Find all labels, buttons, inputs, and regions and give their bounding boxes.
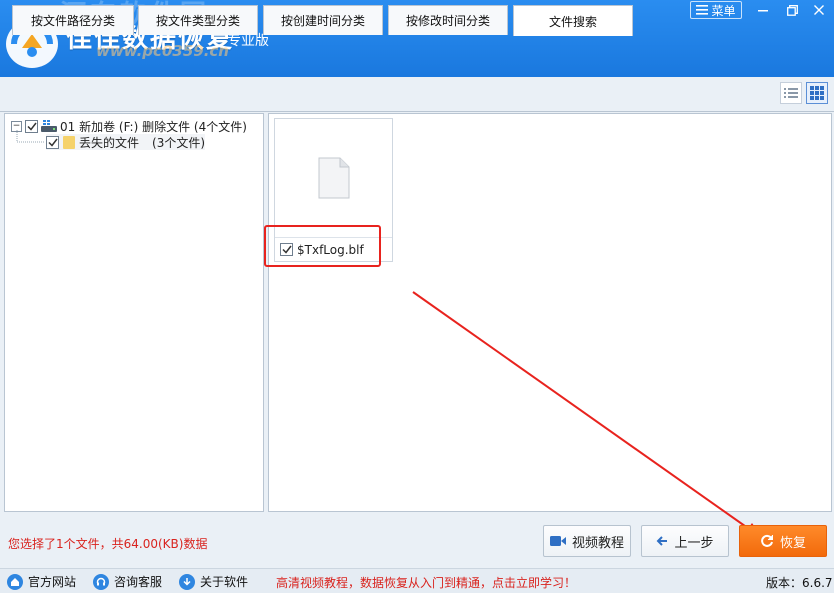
maximize-button[interactable]	[779, 1, 805, 19]
tab-file-search[interactable]: 文件搜索	[513, 5, 633, 36]
download-icon	[179, 574, 195, 590]
list-view-icon	[784, 87, 798, 99]
tab-by-path[interactable]: 按文件路径分类	[12, 5, 134, 35]
tab-label: 按修改时间分类	[406, 12, 490, 29]
document-icon	[318, 157, 350, 199]
grid-view-button[interactable]	[806, 82, 828, 104]
annotation-highlight-box	[264, 225, 381, 267]
watermark-url: www.pc0359.cn	[96, 42, 229, 60]
tab-label: 按文件类型分类	[156, 12, 240, 29]
tab-label: 按创建时间分类	[281, 12, 365, 29]
tree-root-row[interactable]: − 01 新加卷 (F:) 删除文件 (4个文件)	[11, 118, 247, 134]
back-label: 上一步	[674, 532, 713, 551]
folder-tree-panel[interactable]	[4, 113, 264, 512]
about-label: 关于软件	[200, 573, 248, 590]
restore-icon	[787, 5, 798, 16]
back-arrow-icon	[656, 535, 668, 547]
tab-bar	[0, 77, 834, 112]
drive-icon	[41, 120, 57, 132]
tree-child-row[interactable]: 丢失的文件 (3个文件)	[46, 134, 205, 150]
tree-child-label: 丢失的文件	[79, 134, 139, 151]
about-link[interactable]: 关于软件	[179, 573, 248, 590]
menu-label: 菜单	[711, 2, 735, 19]
list-view-button[interactable]	[780, 82, 802, 104]
headset-icon	[93, 574, 109, 590]
recover-button[interactable]: 恢复	[739, 525, 827, 557]
support-link[interactable]: 咨询客服	[93, 573, 162, 590]
tab-by-type[interactable]: 按文件类型分类	[138, 5, 258, 35]
close-button[interactable]	[806, 1, 832, 19]
video-tutorial-button[interactable]: 视频教程	[543, 525, 631, 557]
checkmark-icon	[27, 122, 37, 131]
official-site-label: 官方网站	[28, 573, 76, 590]
grid-view-icon	[810, 86, 824, 100]
refresh-icon	[760, 534, 774, 548]
back-button[interactable]: 上一步	[641, 525, 729, 557]
tab-label: 文件搜索	[549, 13, 597, 30]
video-camera-icon	[550, 535, 566, 547]
tab-label: 按文件路径分类	[31, 12, 115, 29]
tab-by-modified-time[interactable]: 按修改时间分类	[388, 5, 508, 35]
video-tutorial-label: 视频教程	[572, 532, 624, 551]
close-icon	[814, 5, 824, 15]
version-label: 版本：6.6.7	[766, 574, 833, 591]
home-icon	[7, 574, 23, 590]
tree-root-checkbox[interactable]	[25, 120, 38, 133]
tab-by-created-time[interactable]: 按创建时间分类	[263, 5, 383, 35]
checkmark-icon	[48, 138, 58, 147]
tree-child-count: (3个文件)	[152, 134, 205, 151]
menu-button[interactable]: 菜单	[690, 1, 742, 19]
tree-collapse-toggle[interactable]: −	[11, 121, 22, 132]
tree-root-label: 01 新加卷 (F:) 删除文件 (4个文件)	[60, 118, 247, 135]
tree-child-checkbox[interactable]	[46, 136, 59, 149]
minimize-icon	[758, 5, 768, 15]
minimize-button[interactable]	[750, 1, 776, 19]
promo-link[interactable]: 高清视频教程，数据恢复从入门到精通，点击立即学习！	[276, 574, 576, 591]
recover-label: 恢复	[780, 532, 806, 551]
folder-icon	[62, 135, 76, 149]
hamburger-icon	[696, 5, 708, 15]
official-site-link[interactable]: 官方网站	[7, 573, 76, 590]
selection-status: 您选择了1个文件，共64.00(KB)数据	[8, 535, 207, 552]
support-label: 咨询客服	[114, 573, 162, 590]
